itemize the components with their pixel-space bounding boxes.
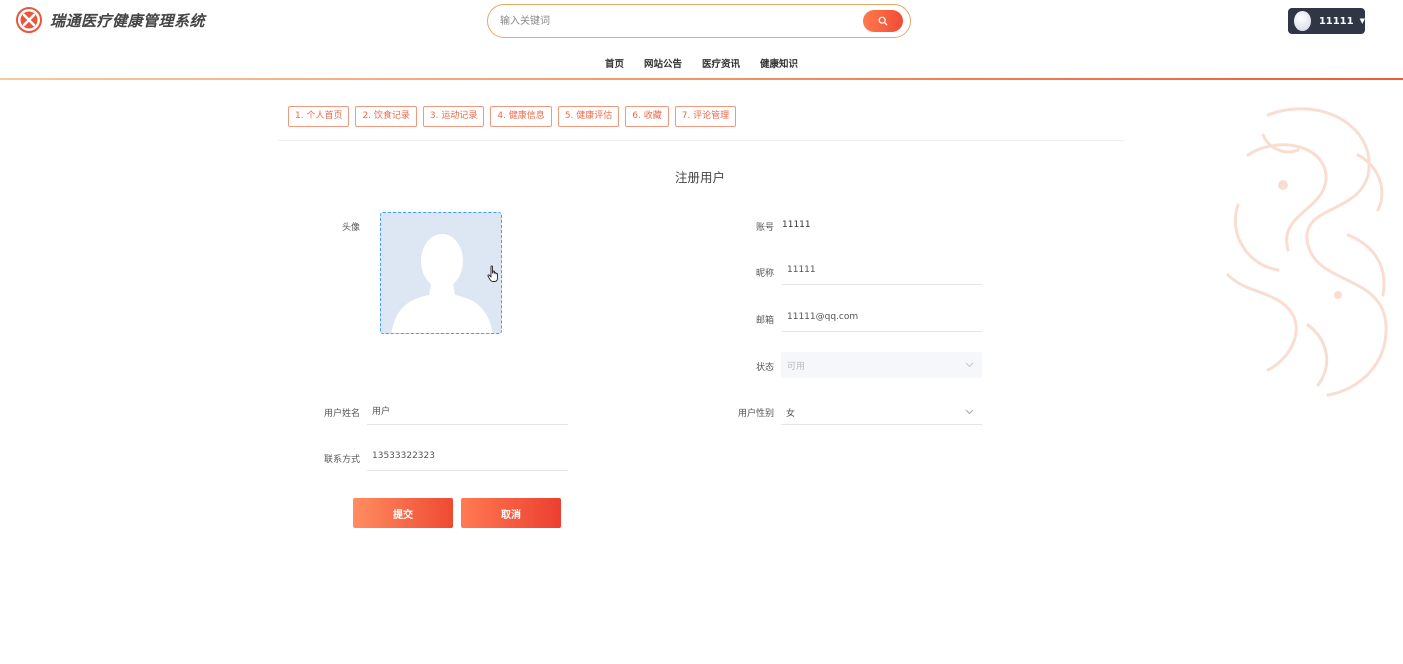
status-value: 可用: [787, 362, 806, 372]
avatar-label: 头像: [341, 223, 360, 233]
name-input[interactable]: [372, 405, 552, 415]
account-label: 账号: [755, 223, 774, 233]
nav-item-announcements[interactable]: 网站公告: [644, 56, 682, 70]
phone-label: 联系方式: [323, 455, 360, 465]
avatar: [1294, 11, 1311, 31]
gender-select[interactable]: 女: [781, 399, 982, 425]
logo[interactable]: 瑞通医疗健康管理系统: [16, 7, 205, 33]
avatar-upload[interactable]: [380, 212, 502, 334]
tab-exercise-records[interactable]: 3. 运动记录: [422, 106, 485, 127]
gender-label: 用户性别: [737, 409, 774, 419]
tabs-divider: [278, 140, 1124, 141]
user-menu[interactable]: 11111 ▼: [1288, 8, 1365, 34]
caret-down-icon: ▼: [1359, 17, 1365, 25]
email-input[interactable]: [787, 312, 967, 322]
tab-comment-management[interactable]: 7. 评论管理: [674, 106, 737, 127]
app-title: 瑞通医疗健康管理系统: [50, 11, 206, 30]
nav-item-medical-news[interactable]: 医疗资讯: [702, 56, 740, 70]
hand-cursor-icon: [487, 265, 498, 282]
search-input[interactable]: [500, 12, 850, 30]
nickname-label: 昵称: [755, 269, 774, 279]
nickname-field: [782, 259, 982, 285]
tab-health-assessment[interactable]: 5. 健康评估: [557, 106, 620, 127]
dragon-decoration-icon: [1226, 107, 1388, 397]
main-nav: 首页 网站公告 医疗资讯 健康知识: [0, 56, 1403, 70]
tab-health-info[interactable]: 4. 健康信息: [490, 106, 552, 127]
cancel-button[interactable]: 取消: [461, 498, 561, 528]
gender-value: 女: [786, 409, 796, 419]
user-silhouette-icon: [391, 234, 493, 333]
nav-divider: [0, 78, 1403, 80]
search-bar: [487, 4, 911, 38]
email-field: [782, 306, 982, 332]
email-label: 邮箱: [755, 316, 774, 326]
chevron-down-icon: [965, 409, 974, 415]
phone-input[interactable]: [372, 451, 552, 461]
tab-favorites[interactable]: 6. 收藏: [625, 106, 669, 127]
form-title: 注册用户: [674, 170, 725, 185]
nav-item-home[interactable]: 首页: [605, 56, 624, 70]
status-select[interactable]: 可用: [781, 352, 982, 378]
nickname-input[interactable]: [787, 265, 967, 275]
nav-item-health-knowledge[interactable]: 健康知识: [760, 56, 798, 70]
status-label: 状态: [755, 363, 774, 373]
name-label: 用户姓名: [323, 409, 360, 419]
search-button[interactable]: [863, 10, 903, 32]
user-name: 11111: [1318, 15, 1354, 27]
profile-tabs: 1. 个人首页 2. 饮食记录 3. 运动记录 4. 健康信息 5. 健康评估 …: [288, 106, 742, 127]
page: 瑞通医疗健康管理系统 11111 ▼ 首页 网站公告 医疗资讯 健康知识: [0, 0, 1403, 664]
search-icon: [878, 16, 888, 26]
phone-field: [367, 445, 568, 471]
submit-button[interactable]: 提交: [353, 498, 453, 528]
account-value: 11111: [782, 220, 811, 230]
chevron-down-icon: [965, 362, 974, 368]
logo-icon: [16, 7, 42, 33]
name-field: [367, 399, 568, 425]
tab-personal-home[interactable]: 1. 个人首页: [288, 106, 350, 127]
tab-diet-records[interactable]: 2. 饮食记录: [355, 106, 417, 127]
